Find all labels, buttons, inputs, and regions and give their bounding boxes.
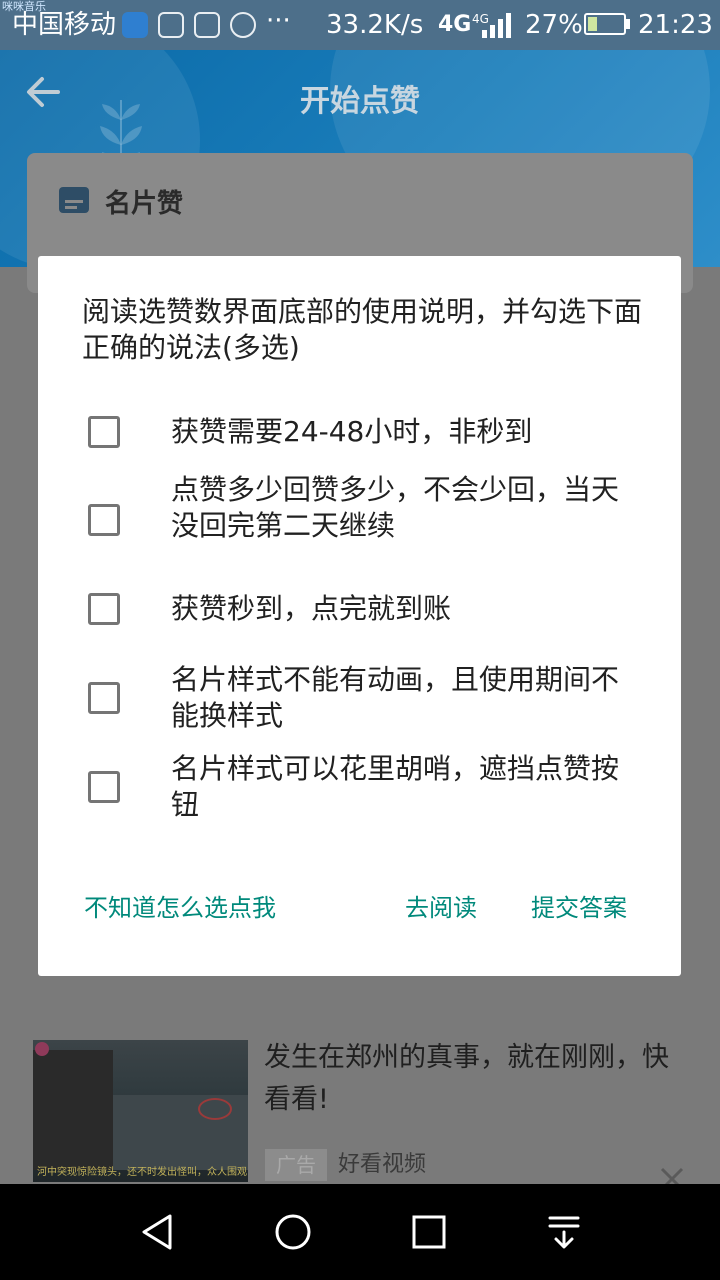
thumb-highlight-circle bbox=[198, 1098, 232, 1120]
notification-icon-4 bbox=[230, 12, 256, 38]
option-2-checkbox[interactable] bbox=[88, 504, 120, 536]
submit-answer-button[interactable]: 提交答案 bbox=[531, 891, 627, 925]
notification-icon-2 bbox=[158, 12, 184, 38]
notification-icon-3 bbox=[194, 12, 220, 38]
ad-headline[interactable]: 发生在郑州的真事，就在刚刚，快看看! bbox=[264, 1037, 694, 1121]
battery-percent: 27% bbox=[525, 10, 583, 40]
more-notifications-icon: ··· bbox=[266, 6, 291, 36]
business-card-icon bbox=[59, 187, 89, 213]
pull-down-menu-icon[interactable] bbox=[542, 1210, 586, 1254]
system-nav-bar bbox=[0, 1184, 720, 1280]
option-5-label[interactable]: 名片样式可以花里胡哨，遮挡点赞按钮 bbox=[171, 751, 641, 823]
quiz-dialog: 阅读选赞数界面底部的使用说明，并勾选下面正确的说法(多选) 获赞需要24-48小… bbox=[38, 256, 681, 976]
thumb-caption: 河中突现惊险镜头，还不时发出怪叫，众人围观 bbox=[37, 1167, 247, 1178]
battery-icon bbox=[584, 13, 626, 35]
triangle-back-icon[interactable] bbox=[136, 1210, 180, 1254]
battery-level bbox=[588, 17, 598, 31]
option-3-label[interactable]: 获赞秒到，点完就到账 bbox=[171, 591, 641, 627]
status-bar: 咪咪音乐 中国移动 ··· 33.2K/s 4G 4G 27% 21:23 bbox=[0, 0, 720, 50]
circle-home-icon[interactable] bbox=[271, 1210, 315, 1254]
page-title: 开始点赞 bbox=[300, 84, 420, 119]
ad-tag-badge: 广告 bbox=[265, 1149, 327, 1181]
clock: 21:23 bbox=[638, 10, 713, 40]
video-play-icon bbox=[35, 1042, 49, 1056]
network-type: 4G bbox=[438, 12, 472, 37]
option-4-label[interactable]: 名片样式不能有动画，且使用期间不能换样式 bbox=[171, 662, 641, 734]
app-notification-icon bbox=[122, 12, 148, 38]
network-speed: 33.2K/s bbox=[326, 10, 424, 40]
ad-banner[interactable]: 河中突现惊险镜头，还不时发出怪叫，众人围观 发生在郑州的真事，就在刚刚，快看看!… bbox=[0, 1015, 720, 1191]
go-read-button[interactable]: 去阅读 bbox=[405, 891, 477, 925]
option-1-checkbox[interactable] bbox=[88, 416, 120, 448]
square-recent-icon[interactable] bbox=[407, 1210, 451, 1254]
ad-thumbnail[interactable]: 河中突现惊险镜头，还不时发出怪叫，众人围观 bbox=[33, 1040, 248, 1182]
option-1-label[interactable]: 获赞需要24-48小时，非秒到 bbox=[171, 414, 641, 450]
option-5-checkbox[interactable] bbox=[88, 771, 120, 803]
dialog-title: 阅读选赞数界面底部的使用说明，并勾选下面正确的说法(多选) bbox=[82, 295, 643, 364]
carrier-label: 中国移动 bbox=[12, 10, 117, 40]
battery-tip bbox=[626, 19, 630, 29]
card-title: 名片赞 bbox=[105, 189, 184, 219]
option-2-label[interactable]: 点赞多少回赞多少，不会少回，当天没回完第二天继续 bbox=[171, 472, 641, 544]
thumb-crowd bbox=[33, 1050, 113, 1170]
option-3-checkbox[interactable] bbox=[88, 593, 120, 625]
option-4-checkbox[interactable] bbox=[88, 682, 120, 714]
ad-source: 好看视频 bbox=[338, 1152, 427, 1177]
signal-strength-icon bbox=[482, 13, 511, 38]
help-button[interactable]: 不知道怎么选点我 bbox=[84, 891, 276, 925]
